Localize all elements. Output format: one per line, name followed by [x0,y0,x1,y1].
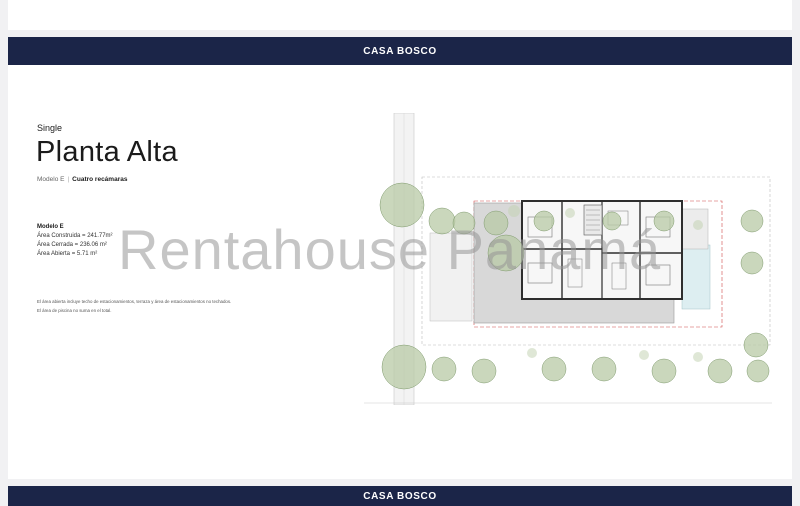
note-open-area: El área abierta incluye techo de estacio… [37,299,232,304]
model-subtitle: Modelo E | Cuatro recámaras [37,176,127,183]
page-title: Planta Alta [36,136,178,168]
model-description: Cuatro recámaras [72,176,128,183]
page-header-title: CASA BOSCO [363,45,437,57]
brochure-page: CASA BOSCO Single Planta Alta Modelo E | C… [8,37,792,479]
model-short: Modelo E [37,176,65,183]
area-notes: El área abierta incluye techo de estacio… [37,297,231,315]
note-pool: El área de piscina no suma en el total. [37,308,112,313]
spec-closed-area: Área Cerrada = 236.06 m² [37,242,107,248]
area-specs: Modelo E Área Construida = 241.77m² Área… [37,223,113,259]
previous-page-edge [8,0,792,30]
watermark: Rentahouse Panamá [118,218,662,281]
specs-heading: Modelo E [37,224,64,230]
plan-kicker: Single [37,123,63,133]
spec-built-area: Área Construida = 241.77m² [37,233,113,239]
next-page-title: CASA BOSCO [363,491,437,502]
next-page-header-banner: CASA BOSCO [8,486,792,506]
spec-open-area: Área Abierta = 5.71 m² [37,251,98,257]
page-header-banner: CASA BOSCO [8,37,792,65]
subtitle-separator: | [67,176,70,183]
